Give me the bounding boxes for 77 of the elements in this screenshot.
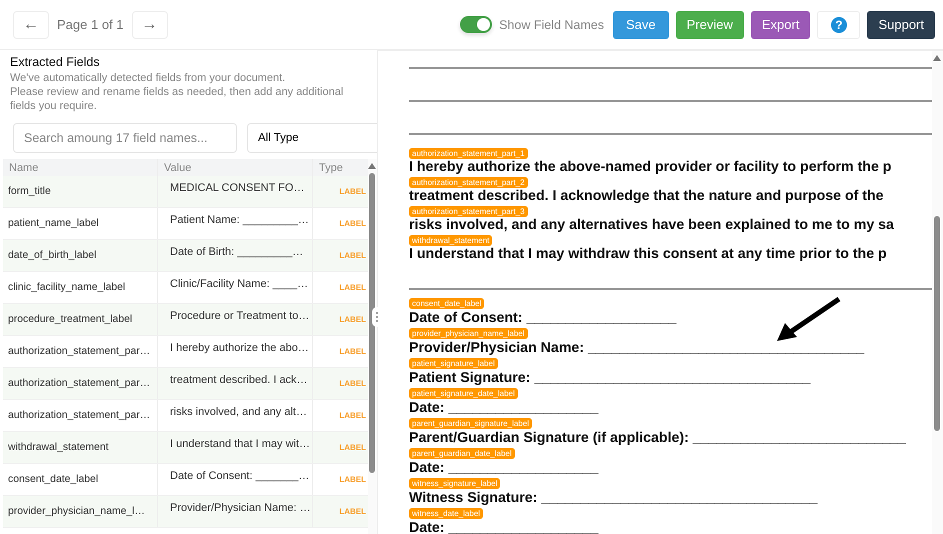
type-label: LABEL xyxy=(339,251,366,260)
field-name-tag: patient_signature_date_label xyxy=(409,388,518,399)
table-cell: Date of Birth: _________… xyxy=(158,240,313,271)
type-label: LABEL xyxy=(339,187,366,196)
field-name-tag: provider_physician_name_label xyxy=(409,328,528,339)
field-name-tag: consent_date_label xyxy=(409,298,484,309)
export-button[interactable]: Export xyxy=(750,10,810,38)
save-button[interactable]: Save xyxy=(612,10,669,38)
document-text: Date: ___________________ xyxy=(409,460,598,476)
document-text: risks involved, and any alternatives have been explained to me to my sa xyxy=(409,217,894,233)
document-text: Patient Signature: ___________________________________ xyxy=(409,370,811,386)
type-label: LABEL xyxy=(339,283,366,292)
field-name-tag: parent_guardian_date_label xyxy=(409,448,515,459)
previous-page-button[interactable]: ← xyxy=(13,10,49,38)
table-cell: procedure_treatment_label xyxy=(3,304,158,335)
next-page-button[interactable]: → xyxy=(132,10,168,38)
type-label: LABEL xyxy=(339,347,366,356)
type-label: LABEL xyxy=(339,219,366,228)
scroll-up-icon[interactable] xyxy=(933,55,941,61)
field-name-tag: witness_date_label xyxy=(409,508,484,519)
table-cell: authorization_statement_par… xyxy=(3,336,158,367)
table-cell: patient_name_label xyxy=(3,208,158,239)
table-cell: consent_date_label xyxy=(3,464,158,495)
table-cell: form_title xyxy=(3,176,158,207)
table-cell: Clinic/Facility Name: ____… xyxy=(158,272,313,303)
column-header: Type xyxy=(318,160,344,176)
table-cell: I understand that I may wit… xyxy=(158,432,313,463)
table-cell: authorization_statement_par… xyxy=(3,368,158,399)
table-cell: withdrawal_statement xyxy=(3,432,158,463)
document-text: Provider/Physician Name: ___________________________________ xyxy=(409,340,864,356)
document-text: I understand that I may withdraw this consent at any time prior to the p xyxy=(409,246,887,262)
table-cell: Provider/Physician Name: … xyxy=(158,496,313,527)
table-cell: treatment described. I ack… xyxy=(158,368,313,399)
table-cell: Patient Name: _________… xyxy=(158,208,313,239)
field-name-tag: patient_signature_label xyxy=(409,358,498,369)
type-label: LABEL xyxy=(339,475,366,484)
type-filter-dropdown[interactable]: All Type xyxy=(247,123,377,153)
document-text: treatment described. I acknowledge that the nature and purpose of the xyxy=(409,188,884,204)
document-text: Witness Signature: ___________________________________ xyxy=(409,490,818,506)
scrollbar[interactable] xyxy=(368,159,377,534)
field-name-tag: authorization_statement_part_1 xyxy=(409,148,528,159)
field-name-tag: authorization_statement_part_2 xyxy=(409,177,528,188)
type-label: LABEL xyxy=(339,507,366,516)
field-name-tag: witness_signature_label xyxy=(409,478,500,489)
table-cell: Procedure or Treatment to… xyxy=(158,304,313,335)
toggle-label: Show Field Names xyxy=(499,18,604,32)
toggle-switch[interactable] xyxy=(460,16,492,33)
field-name-tag: withdrawal_statement xyxy=(409,235,492,246)
document-text: Date: ___________________ xyxy=(409,520,598,534)
type-label: LABEL xyxy=(339,379,366,388)
document-text: I hereby authorize the above-named provider or facility to perform the p xyxy=(409,159,892,175)
type-label: LABEL xyxy=(339,315,366,324)
page-indicator: Page 1 of 1 xyxy=(57,17,124,32)
support-button[interactable]: Support xyxy=(867,10,935,38)
arrow-icon xyxy=(777,297,841,343)
scrollbar[interactable] xyxy=(932,51,943,534)
table-cell: date_of_birth_label xyxy=(3,240,158,271)
table-cell: clinic_facility_name_label xyxy=(3,272,158,303)
table-cell: risks involved, and any alt… xyxy=(158,400,313,431)
table-cell: provider_physician_name_l… xyxy=(3,496,158,527)
table-cell: Date of Consent: _______… xyxy=(158,464,313,495)
document-text: Date of Consent: ___________________ xyxy=(409,310,676,326)
field-name-tag: parent_guardian_signature_label xyxy=(409,418,532,429)
help-button[interactable]: ? xyxy=(817,10,860,38)
search-field[interactable]: Search amoung 17 field names... xyxy=(13,123,237,153)
type-label: LABEL xyxy=(339,443,366,452)
panel-description: We've automatically detected fields from your document. xyxy=(9,71,286,85)
document-text: Date: ___________________ xyxy=(409,400,598,416)
panel-description: Please review and rename fields as needed, then add any additional fields you require. xyxy=(9,85,344,113)
table-cell: authorization_statement_par… xyxy=(3,400,158,431)
scroll-up-icon[interactable] xyxy=(368,163,376,169)
table-cell: I hereby authorize the abo… xyxy=(158,336,313,367)
panel-title: Extracted Fields xyxy=(9,55,101,69)
type-label: LABEL xyxy=(339,411,366,420)
field-name-tag: authorization_statement_part_3 xyxy=(409,206,528,217)
document-text: Parent/Guardian Signature (if applicable): ___________________________ xyxy=(409,430,906,446)
table-cell: MEDICAL CONSENT FO… xyxy=(158,176,313,207)
